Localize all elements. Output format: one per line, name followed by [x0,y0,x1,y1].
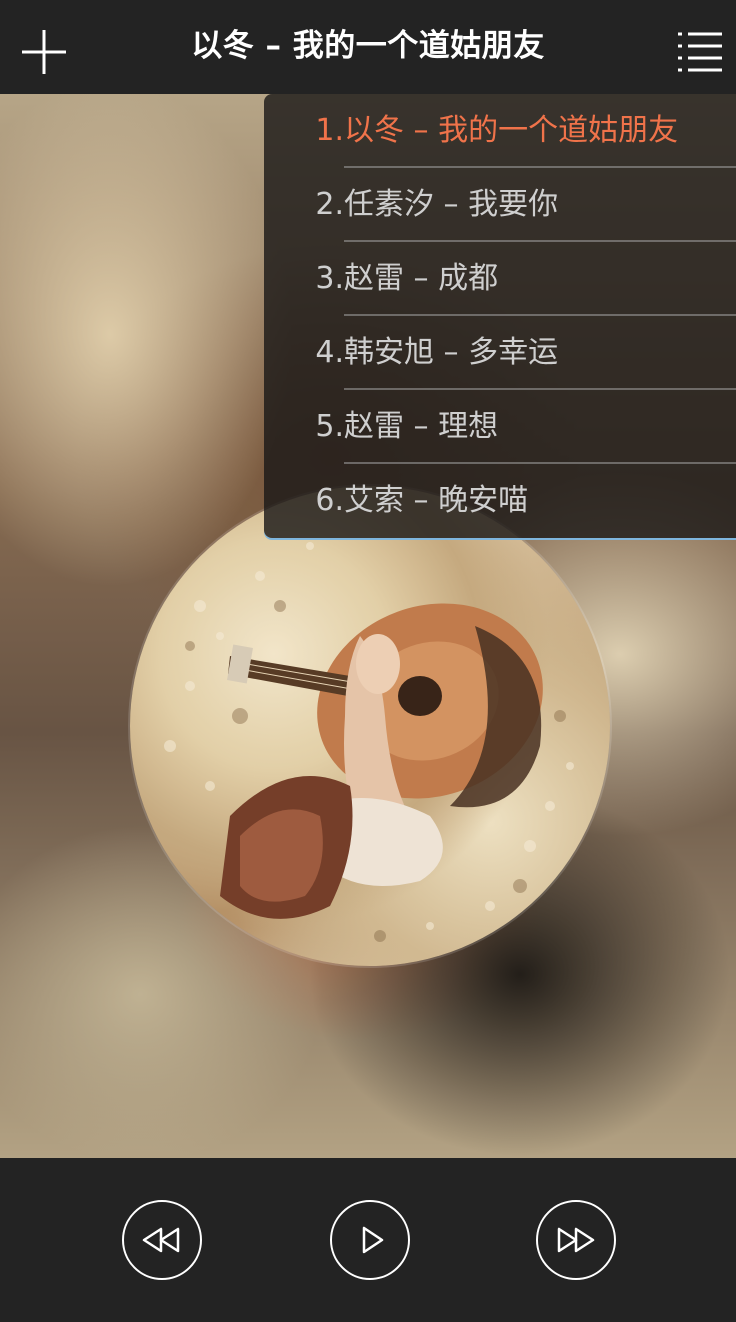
fast-forward-icon [557,1227,595,1253]
now-playing-title: 以冬 – 我的一个道姑朋友 [191,28,545,64]
player-controls [0,1158,736,1322]
music-player: 以冬 – 我的一个道姑朋友 1. 以冬 – 我的一个道姑朋友 2. 任素汐 – … [0,0,736,1322]
track-label: 以冬 – 我的一个道姑朋友 [344,113,679,148]
add-button[interactable] [18,26,70,78]
playlist-dropdown: 1. 以冬 – 我的一个道姑朋友 2. 任素汐 – 我要你 3. 赵雷 – 成都… [264,94,736,538]
track-number: 4. [315,335,344,370]
playlist-item[interactable]: 6. 艾索 – 晚安喵 [264,464,736,538]
album-art-image [164,542,574,942]
playlist-item[interactable]: 4. 韩安旭 – 多幸运 [264,316,736,390]
previous-track-button[interactable] [122,1200,202,1280]
playlist-item[interactable]: 3. 赵雷 – 成都 [264,242,736,316]
playlist-item[interactable]: 1. 以冬 – 我的一个道姑朋友 [264,94,736,168]
track-label: 赵雷 – 理想 [344,409,499,444]
next-track-button[interactable] [536,1200,616,1280]
playlist-toggle-button[interactable] [676,30,724,74]
track-label: 韩安旭 – 多幸运 [344,335,559,370]
plus-icon [22,30,66,74]
rewind-icon [142,1227,180,1253]
album-cover-disc[interactable] [130,486,610,966]
track-number: 5. [315,409,344,444]
playlist-item[interactable]: 5. 赵雷 – 理想 [264,390,736,464]
play-button[interactable] [330,1200,410,1280]
track-number: 3. [315,261,344,296]
playlist-item[interactable]: 2. 任素汐 – 我要你 [264,168,736,242]
track-number: 2. [315,187,344,222]
list-menu-icon [678,32,722,72]
top-bar: 以冬 – 我的一个道姑朋友 [0,0,736,94]
track-number: 1. [315,113,344,148]
track-label: 任素汐 – 我要你 [344,187,559,222]
track-number: 6. [315,483,344,518]
track-label: 艾索 – 晚安喵 [344,483,529,518]
play-icon [362,1226,384,1254]
track-label: 赵雷 – 成都 [344,261,499,296]
